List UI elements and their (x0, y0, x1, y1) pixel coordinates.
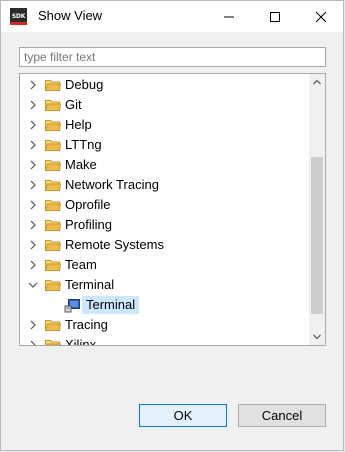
ok-button[interactable]: OK (139, 404, 227, 427)
chevron-right-icon[interactable] (28, 260, 38, 270)
vertical-scrollbar[interactable] (309, 74, 325, 345)
folder-icon (45, 240, 61, 251)
sdk-app-icon: SDK (10, 8, 27, 25)
tree-folder-item[interactable]: LTTng (20, 135, 310, 155)
filter-input[interactable] (19, 47, 326, 67)
tree-folder-item[interactable]: Xilinx (20, 335, 310, 345)
folder-icon (45, 260, 61, 271)
chevron-right-icon[interactable] (28, 340, 38, 345)
tree-item-label: Help (65, 117, 92, 132)
tree-folder-item[interactable]: Debug (20, 75, 310, 95)
scroll-thumb[interactable] (311, 157, 323, 314)
folder-icon (45, 160, 61, 171)
tree-item-label: Terminal (82, 296, 140, 314)
folder-icon (45, 340, 61, 345)
chevron-up-icon (313, 79, 321, 85)
show-view-dialog: SDK Show View Debug Git Help LTTng Make Netwo… (0, 0, 344, 451)
tree-item-label: Git (65, 97, 82, 112)
folder-icon (45, 320, 61, 331)
app-icon-text: SDK (11, 13, 26, 20)
folder-icon (45, 180, 61, 191)
tree-item-label: Oprofile (65, 197, 111, 212)
tree-rows: Debug Git Help LTTng Make Network Tracing Opro… (20, 74, 310, 345)
folder-icon (45, 140, 61, 151)
cancel-button[interactable]: Cancel (238, 404, 326, 427)
tree-item-label: Xilinx (65, 337, 97, 345)
tree-folder-item[interactable]: Git (20, 95, 310, 115)
chevron-down-icon (313, 334, 321, 340)
maximize-icon (270, 12, 280, 22)
folder-icon (45, 200, 61, 211)
folder-icon (45, 80, 61, 91)
chevron-right-icon[interactable] (28, 320, 38, 330)
tree-item-label: Remote Systems (65, 237, 164, 252)
close-button[interactable] (298, 1, 344, 32)
chevron-right-icon[interactable] (28, 240, 38, 250)
folder-icon (45, 100, 61, 111)
tree-item-label: Profiling (65, 217, 112, 232)
tree-folder-item[interactable]: Terminal (20, 275, 310, 295)
minimize-button[interactable] (206, 1, 252, 32)
tree-item-label: Network Tracing (65, 177, 159, 192)
chevron-right-icon[interactable] (28, 220, 38, 230)
tree-item-label: Terminal (65, 277, 115, 292)
title-bar[interactable]: SDK Show View (1, 1, 343, 32)
close-icon (315, 11, 327, 23)
tree-folder-item[interactable]: Profiling (20, 215, 310, 235)
tree-item-label: Team (65, 257, 97, 272)
tree-folder-item[interactable]: Team (20, 255, 310, 275)
chevron-right-icon[interactable] (28, 160, 38, 170)
tree-folder-item[interactable]: Network Tracing (20, 175, 310, 195)
chevron-right-icon[interactable] (28, 80, 38, 90)
scroll-up-button[interactable] (309, 74, 325, 90)
app-icon-stripe (10, 22, 27, 25)
tree-item-label: Make (65, 157, 97, 172)
window-title: Show View (38, 8, 103, 23)
tree-folder-item[interactable]: Tracing (20, 315, 310, 335)
tree-item-label: Debug (65, 77, 104, 92)
tree-child-item[interactable]: Terminal (20, 295, 310, 315)
chevron-down-icon[interactable] (28, 280, 38, 290)
maximize-button[interactable] (252, 1, 298, 32)
tree-folder-item[interactable]: Remote Systems (20, 235, 310, 255)
tree-folder-item[interactable]: Make (20, 155, 310, 175)
tree-item-label: Tracing (65, 317, 108, 332)
folder-icon (45, 280, 61, 291)
folder-icon (45, 120, 61, 131)
terminal-view-icon (64, 299, 80, 313)
chevron-right-icon[interactable] (28, 180, 38, 190)
chevron-right-icon[interactable] (28, 100, 38, 110)
chevron-right-icon[interactable] (28, 120, 38, 130)
chevron-right-icon[interactable] (28, 140, 38, 150)
chevron-right-icon[interactable] (28, 200, 38, 210)
tree-item-label: LTTng (65, 137, 102, 152)
scroll-down-button[interactable] (309, 329, 325, 345)
tree-folder-item[interactable]: Oprofile (20, 195, 310, 215)
minimize-icon (224, 16, 234, 18)
view-tree[interactable]: Debug Git Help LTTng Make Network Tracing Opro… (19, 73, 326, 346)
folder-icon (45, 220, 61, 231)
tree-folder-item[interactable]: Help (20, 115, 310, 135)
